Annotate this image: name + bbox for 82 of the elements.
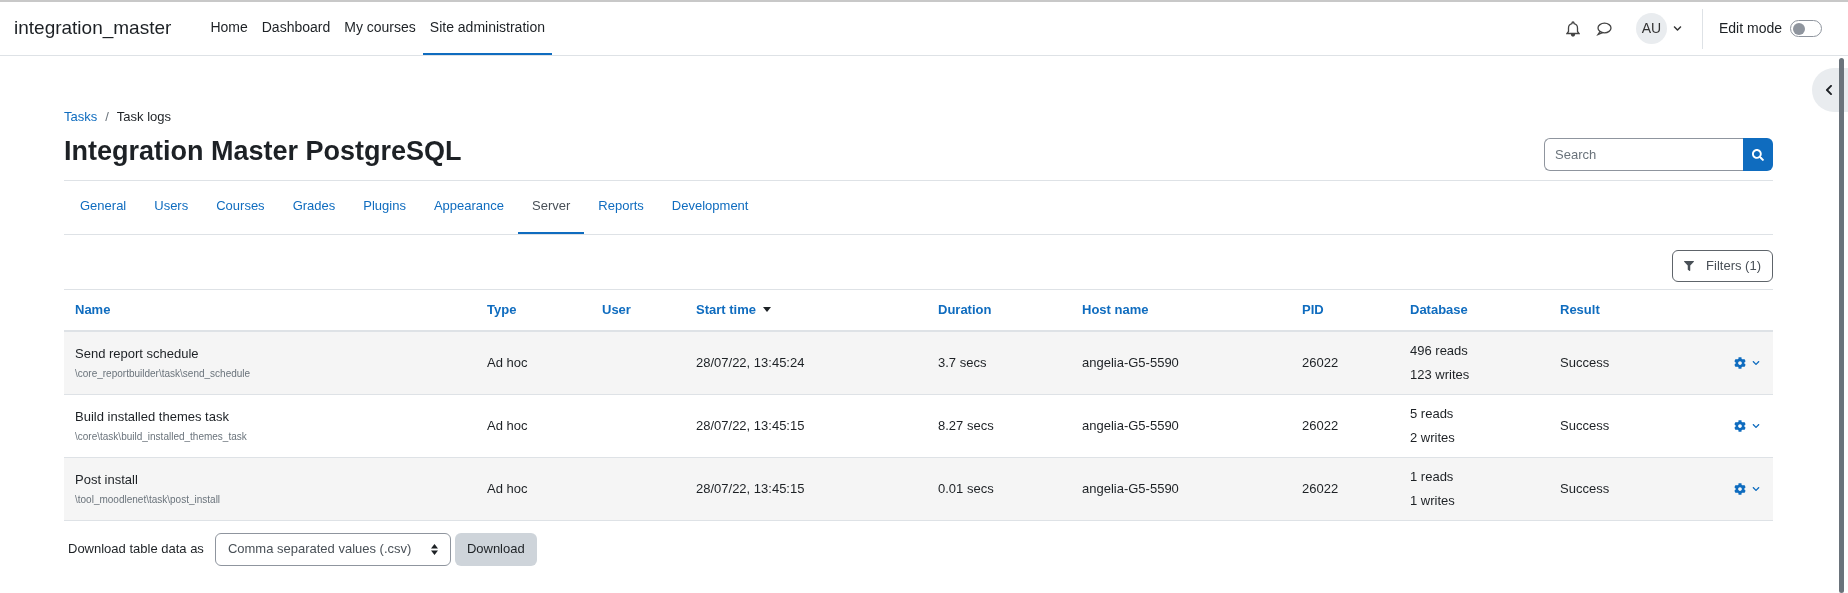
column-header[interactable]: Start time: [685, 299, 927, 320]
caret-icon: [1752, 484, 1760, 493]
breadcrumb-current: Task logs: [116, 108, 172, 126]
table-cell-text: 28/07/22, 13:45:15: [695, 479, 806, 498]
reads-count: 1 reads: [1410, 468, 1455, 486]
column-header[interactable]: Duration: [927, 299, 1071, 320]
table-cell-text: 26022: [1301, 479, 1340, 498]
search-button[interactable]: [1743, 138, 1773, 171]
table-cell-text: Success: [1560, 416, 1610, 435]
table-cell-text: Ad hoc: [486, 353, 529, 372]
table-cell-text: angelia-G5-5590: [1081, 416, 1180, 435]
task-name: Post install: [75, 471, 139, 490]
task-classname: \core\task\build_installed_themes_task: [75, 429, 248, 444]
table-cell-text: 8.27 secs: [937, 416, 995, 435]
reads-count: 496 reads: [1410, 342, 1469, 360]
page-title: Integration Master PostgreSQL: [64, 135, 462, 169]
edit-mode-switch[interactable]: [1790, 20, 1822, 37]
gear-icon: [1734, 356, 1746, 369]
writes-count: 2 writes: [1410, 428, 1456, 447]
task-name: Send report schedule: [75, 345, 200, 364]
table-cell-text: angelia-G5-5590: [1081, 353, 1180, 372]
select-arrows-icon: [430, 543, 438, 555]
tab[interactable]: Development: [657, 180, 763, 234]
tab[interactable]: Users: [140, 180, 203, 234]
breadcrumb-link[interactable]: Tasks: [64, 107, 98, 127]
tab[interactable]: Grades: [278, 180, 350, 234]
download-label: Download table data as: [68, 540, 204, 559]
table-cell-text: Ad hoc: [486, 479, 529, 498]
chat-bubble-icon[interactable]: [1595, 21, 1612, 36]
breadcrumb-separator: /: [105, 108, 109, 126]
reads-count: 5 reads: [1410, 405, 1455, 423]
tab[interactable]: General: [66, 180, 141, 234]
table-cell-text: 0.01 secs: [937, 479, 995, 498]
caret-icon: [1752, 421, 1760, 430]
actions-menu-button[interactable]: [1734, 356, 1760, 369]
column-header[interactable]: Name: [64, 299, 476, 320]
table-cell-text: 28/07/22, 13:45:24: [695, 353, 806, 372]
table-cell-text: 28/07/22, 13:45:15: [695, 416, 806, 435]
column-header[interactable]: User: [591, 299, 685, 320]
writes-count: 1 writes: [1410, 491, 1456, 510]
search-icon: [1752, 148, 1764, 161]
caret-icon: [1752, 358, 1760, 367]
nav-link[interactable]: Home: [203, 2, 255, 55]
bell-icon[interactable]: [1565, 20, 1580, 37]
table-cell-text: Ad hoc: [486, 416, 529, 435]
nav-link[interactable]: Site administration: [422, 2, 552, 55]
filters-button[interactable]: Filters (1): [1672, 249, 1773, 282]
writes-count: 123 writes: [1410, 365, 1471, 384]
nav-link[interactable]: My courses: [337, 2, 423, 55]
table-cell-text: 26022: [1301, 416, 1340, 435]
table-cell-text: angelia-G5-5590: [1081, 479, 1180, 498]
task-classname: \tool_moodlenet\task\post_install: [75, 492, 222, 507]
site-name[interactable]: integration_master: [14, 14, 172, 43]
column-header[interactable]: Type: [476, 299, 591, 320]
column-header[interactable]: Result: [1549, 299, 1773, 320]
nav-link[interactable]: Dashboard: [254, 2, 338, 55]
column-header[interactable]: Host name: [1071, 299, 1291, 320]
caret-icon[interactable]: [1672, 24, 1682, 33]
tab[interactable]: Courses: [202, 180, 279, 234]
tab[interactable]: Reports: [584, 180, 658, 234]
task-name: Build installed themes task: [75, 408, 230, 427]
tab[interactable]: Plugins: [349, 180, 420, 234]
actions-menu-button[interactable]: [1734, 482, 1760, 495]
chevron-left-icon: [1824, 84, 1834, 96]
table-cell-text: 26022: [1301, 353, 1340, 372]
table-cell-text: 3.7 secs: [937, 353, 988, 372]
edit-mode-label: Edit mode: [1718, 19, 1782, 38]
search-field[interactable]: Search: [1544, 138, 1743, 171]
table-cell-text: Success: [1560, 353, 1610, 372]
column-header[interactable]: Database: [1399, 299, 1549, 320]
filter-icon: [1684, 260, 1695, 271]
table-cell-text: Success: [1560, 479, 1610, 498]
actions-menu-button[interactable]: [1734, 419, 1760, 432]
gear-icon: [1734, 419, 1746, 432]
user-avatar[interactable]: AU: [1635, 13, 1667, 44]
tab[interactable]: Server: [518, 180, 585, 234]
tab[interactable]: Appearance: [419, 180, 519, 234]
download-button[interactable]: Download: [454, 532, 537, 566]
format-select[interactable]: Comma separated values (.csv): [214, 532, 451, 566]
column-header[interactable]: PID: [1291, 299, 1399, 320]
gear-icon: [1734, 482, 1746, 495]
task-classname: \core_reportbuilder\task\send_schedule: [75, 366, 252, 381]
